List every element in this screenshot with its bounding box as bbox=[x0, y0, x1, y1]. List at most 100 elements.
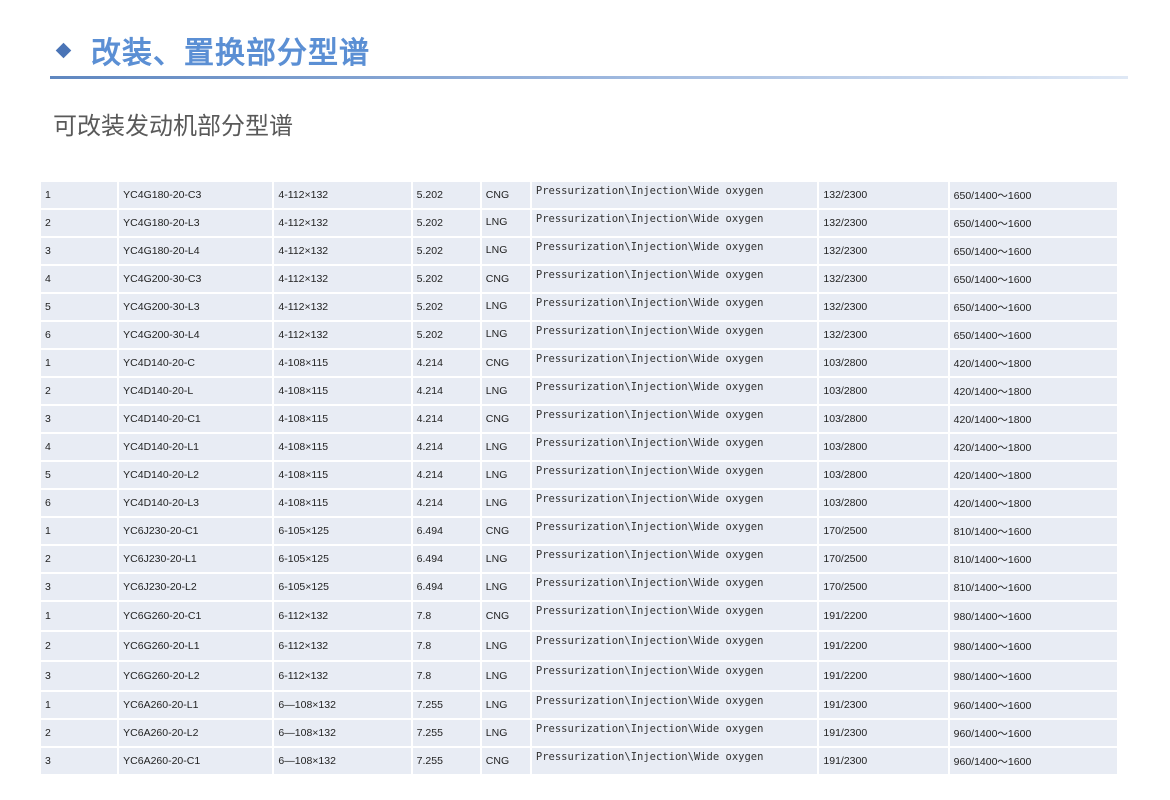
table-row: 2 YC4G180-20-L3 4-112×132 5.202 LNG Pressuriz… bbox=[41, 210, 1117, 236]
fuel-type-cell: LNG bbox=[481, 632, 530, 660]
technology-cell: Pressurization\Injection\Wide oxygen bbox=[531, 518, 818, 544]
power-speed-cell: 191/2300 bbox=[819, 692, 948, 718]
bore-stroke-cell: 6-112×132 bbox=[274, 662, 411, 690]
fuel-type-cell: LNG bbox=[481, 462, 530, 488]
power-speed-cell: 170/2500 bbox=[819, 574, 948, 600]
torque-speed-cell: 420/1400～1800 bbox=[949, 462, 1117, 488]
torque-speed-cell: 650/1400～1600 bbox=[949, 210, 1117, 236]
technology-cell: Pressurization\Injection\Wide oxygen bbox=[531, 602, 818, 630]
technology-cell: Pressurization\Injection\Wide oxygen bbox=[531, 294, 818, 320]
table-row: 4 YC4G200-30-C3 4-112×132 5.202 CNG Pressuriz… bbox=[41, 266, 1117, 292]
fuel-type-cell: CNG bbox=[481, 350, 530, 376]
fuel-type-cell: LNG bbox=[481, 238, 530, 264]
fuel-type-cell: CNG bbox=[481, 602, 530, 630]
bore-stroke-cell: 4-112×132 bbox=[274, 322, 411, 348]
technology-cell: Pressurization\Injection\Wide oxygen bbox=[531, 692, 818, 718]
power-speed-cell: 103/2800 bbox=[819, 378, 948, 404]
technology-cell: Pressurization\Injection\Wide oxygen bbox=[531, 238, 818, 264]
model-cell: YC6G260-20-L2 bbox=[119, 662, 273, 690]
bore-stroke-cell: 4-112×132 bbox=[274, 238, 411, 264]
fuel-type-cell: CNG bbox=[481, 518, 530, 544]
table-row: 4 YC4D140-20-L1 4-108×115 4.214 LNG Pressuriz… bbox=[41, 434, 1117, 460]
model-cell: YC6J230-20-C1 bbox=[119, 518, 273, 544]
row-index-cell: 2 bbox=[41, 632, 118, 660]
bore-stroke-cell: 6—108×132 bbox=[274, 692, 411, 718]
model-cell: YC4D140-20-L bbox=[119, 378, 273, 404]
displacement-cell: 5.202 bbox=[412, 182, 480, 208]
row-index-cell: 3 bbox=[41, 748, 118, 774]
bore-stroke-cell: 4-112×132 bbox=[274, 210, 411, 236]
torque-speed-cell: 980/1400～1600 bbox=[949, 602, 1117, 630]
torque-speed-cell: 420/1400～1800 bbox=[949, 434, 1117, 460]
power-speed-cell: 191/2300 bbox=[819, 748, 948, 774]
row-index-cell: 3 bbox=[41, 662, 118, 690]
displacement-cell: 6.494 bbox=[412, 546, 480, 572]
power-speed-cell: 132/2300 bbox=[819, 266, 948, 292]
fuel-type-cell: LNG bbox=[481, 720, 530, 746]
row-index-cell: 6 bbox=[41, 322, 118, 348]
power-speed-cell: 191/2200 bbox=[819, 602, 948, 630]
model-cell: YC6G260-20-C1 bbox=[119, 602, 273, 630]
model-cell: YC4D140-20-L2 bbox=[119, 462, 273, 488]
technology-cell: Pressurization\Injection\Wide oxygen bbox=[531, 266, 818, 292]
technology-cell: Pressurization\Injection\Wide oxygen bbox=[531, 350, 818, 376]
technology-cell: Pressurization\Injection\Wide oxygen bbox=[531, 546, 818, 572]
fuel-type-cell: LNG bbox=[481, 322, 530, 348]
power-speed-cell: 170/2500 bbox=[819, 518, 948, 544]
bore-stroke-cell: 6—108×132 bbox=[274, 748, 411, 774]
row-index-cell: 2 bbox=[41, 720, 118, 746]
table-row: 6 YC4D140-20-L3 4-108×115 4.214 LNG Pressuriz… bbox=[41, 490, 1117, 516]
fuel-type-cell: LNG bbox=[481, 662, 530, 690]
power-speed-cell: 170/2500 bbox=[819, 546, 948, 572]
row-index-cell: 3 bbox=[41, 574, 118, 600]
fuel-type-cell: LNG bbox=[481, 546, 530, 572]
displacement-cell: 7.8 bbox=[412, 602, 480, 630]
displacement-cell: 4.214 bbox=[412, 406, 480, 432]
fuel-type-cell: CNG bbox=[481, 748, 530, 774]
model-cell: YC4G200-30-L4 bbox=[119, 322, 273, 348]
table-row: 1 YC4G180-20-C3 4-112×132 5.202 CNG Pressuriz… bbox=[41, 182, 1117, 208]
row-index-cell: 1 bbox=[41, 350, 118, 376]
power-speed-cell: 191/2200 bbox=[819, 662, 948, 690]
model-cell: YC4G200-30-C3 bbox=[119, 266, 273, 292]
technology-cell: Pressurization\Injection\Wide oxygen bbox=[531, 662, 818, 690]
row-index-cell: 3 bbox=[41, 238, 118, 264]
bore-stroke-cell: 4-108×115 bbox=[274, 462, 411, 488]
model-cell: YC6A260-20-L1 bbox=[119, 692, 273, 718]
torque-speed-cell: 650/1400～1600 bbox=[949, 238, 1117, 264]
bore-stroke-cell: 4-108×115 bbox=[274, 378, 411, 404]
row-index-cell: 2 bbox=[41, 378, 118, 404]
model-cell: YC6J230-20-L2 bbox=[119, 574, 273, 600]
displacement-cell: 5.202 bbox=[412, 210, 480, 236]
row-index-cell: 2 bbox=[41, 210, 118, 236]
fuel-type-cell: CNG bbox=[481, 266, 530, 292]
fuel-type-cell: LNG bbox=[481, 490, 530, 516]
power-speed-cell: 103/2800 bbox=[819, 490, 948, 516]
displacement-cell: 4.214 bbox=[412, 490, 480, 516]
section-subtitle: 可改装发动机部分型谱 bbox=[53, 112, 293, 140]
torque-speed-cell: 980/1400～1600 bbox=[949, 632, 1117, 660]
engine-spec-table: 1 YC4G180-20-C3 4-112×132 5.202 CNG Pressuriz… bbox=[39, 180, 1119, 776]
model-cell: YC6A260-20-L2 bbox=[119, 720, 273, 746]
torque-speed-cell: 960/1400～1600 bbox=[949, 748, 1117, 774]
displacement-cell: 4.214 bbox=[412, 434, 480, 460]
bore-stroke-cell: 4-112×132 bbox=[274, 266, 411, 292]
table-row: 2 YC6G260-20-L1 6-112×132 7.8 LNG Pressurizat… bbox=[41, 632, 1117, 660]
displacement-cell: 5.202 bbox=[412, 238, 480, 264]
bore-stroke-cell: 6-112×132 bbox=[274, 602, 411, 630]
bore-stroke-cell: 6—108×132 bbox=[274, 720, 411, 746]
bore-stroke-cell: 4-108×115 bbox=[274, 406, 411, 432]
table-row: 1 YC6G260-20-C1 6-112×132 7.8 CNG Pressurizat… bbox=[41, 602, 1117, 630]
bore-stroke-cell: 4-108×115 bbox=[274, 434, 411, 460]
power-speed-cell: 132/2300 bbox=[819, 210, 948, 236]
row-index-cell: 1 bbox=[41, 518, 118, 544]
technology-cell: Pressurization\Injection\Wide oxygen bbox=[531, 748, 818, 774]
power-speed-cell: 103/2800 bbox=[819, 406, 948, 432]
bore-stroke-cell: 6-105×125 bbox=[274, 546, 411, 572]
torque-speed-cell: 420/1400～1800 bbox=[949, 406, 1117, 432]
table-row: 1 YC6A260-20-L1 6—108×132 7.255 LNG Pressuriz… bbox=[41, 692, 1117, 718]
displacement-cell: 6.494 bbox=[412, 574, 480, 600]
bore-stroke-cell: 6-105×125 bbox=[274, 574, 411, 600]
displacement-cell: 5.202 bbox=[412, 322, 480, 348]
torque-speed-cell: 650/1400～1600 bbox=[949, 182, 1117, 208]
